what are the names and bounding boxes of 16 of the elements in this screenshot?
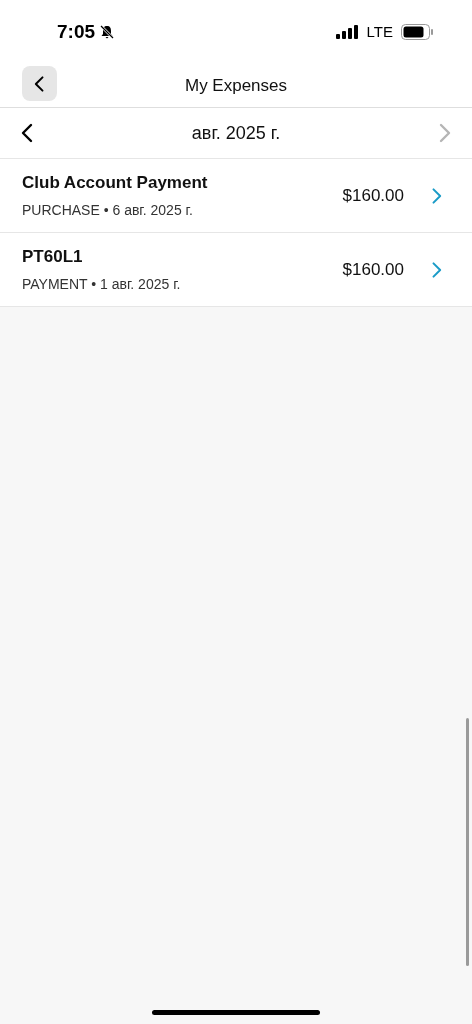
status-time: 7:05	[57, 19, 96, 44]
expense-title: Club Account Payment	[22, 171, 209, 194]
battery-icon	[401, 24, 434, 40]
muted-bell-icon	[99, 24, 116, 40]
page-title: My Expenses	[184, 74, 287, 97]
network-label: LTE	[366, 21, 393, 42]
expense-row[interactable]: PT60L1 PAYMENT • 1 авг. 2025 г. $160.00	[0, 233, 472, 307]
back-button[interactable]	[22, 66, 57, 101]
expense-row[interactable]: Club Account Payment PURCHASE • 6 авг. 2025 г. $160.00	[0, 159, 472, 233]
expense-subtitle: PURCHASE • 6 авг. 2025 г.	[22, 201, 194, 221]
expense-amount: $160.00	[342, 258, 404, 281]
signal-icon	[335, 25, 359, 39]
expense-title: PT60L1	[22, 245, 84, 268]
expense-amount: $160.00	[342, 184, 404, 207]
month-label: авг. 2025 г.	[191, 121, 281, 145]
expense-subtitle: PAYMENT • 1 авг. 2025 г.	[22, 275, 182, 295]
